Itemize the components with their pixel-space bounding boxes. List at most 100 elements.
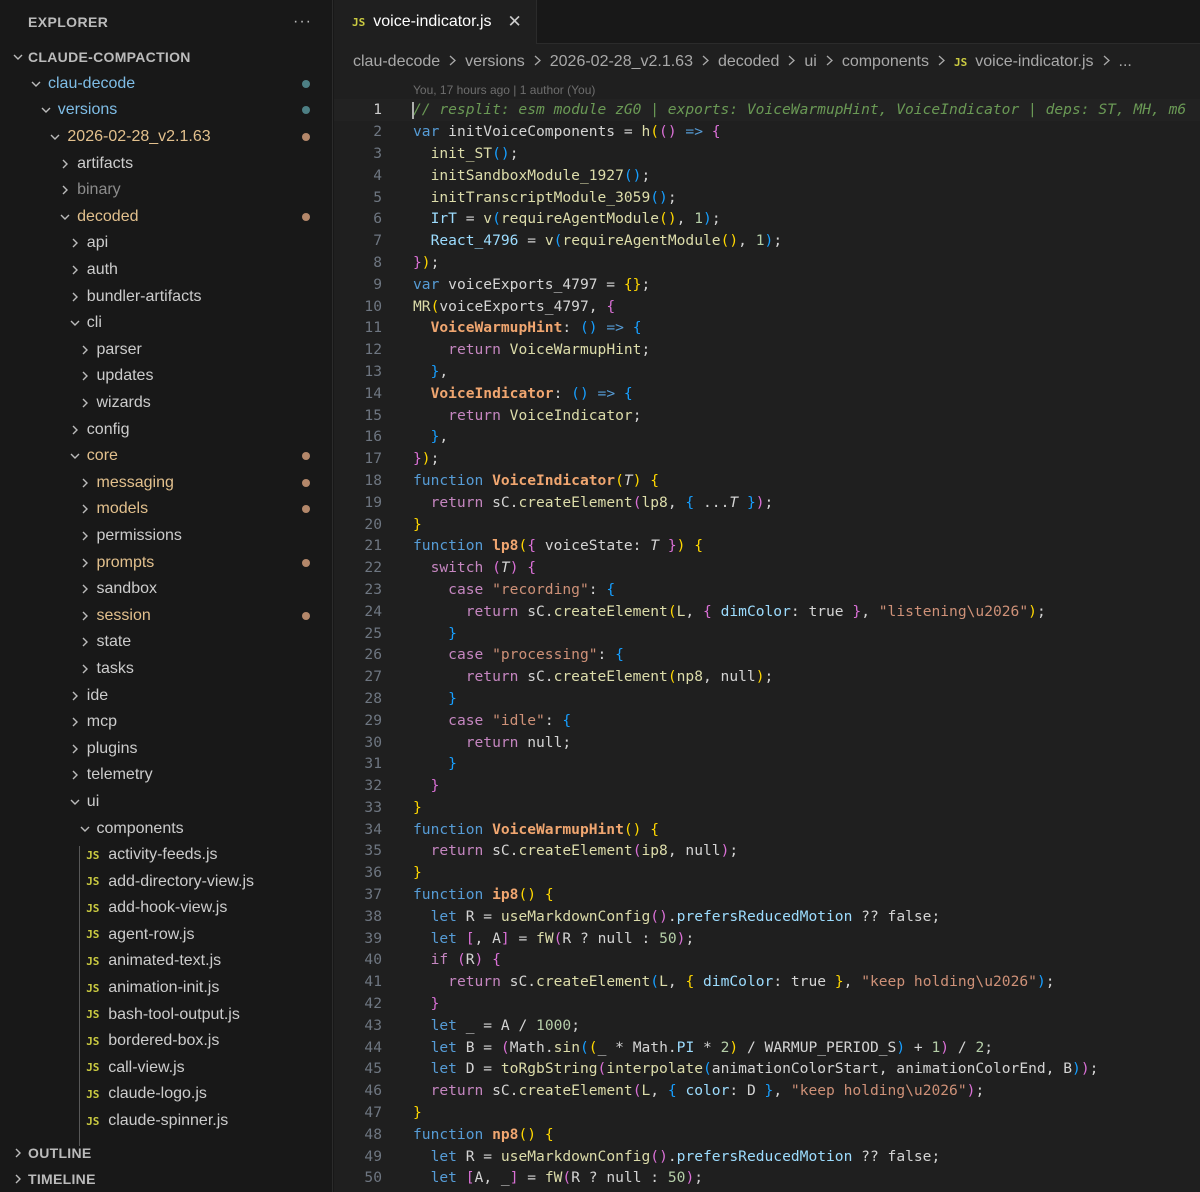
more-actions-icon[interactable]: ··· (293, 13, 312, 31)
folder-item[interactable]: parser (0, 337, 332, 364)
code-line[interactable]: 50 let [A, _] = fW(R ? null : 50); (334, 1167, 1200, 1189)
code-line[interactable]: 39 let [, A] = fW(R ? null : 50); (334, 927, 1200, 949)
code-editor[interactable]: 1 // resplit: esm module zG0 | exports: V… (334, 99, 1200, 1189)
code-line[interactable]: 1 // resplit: esm module zG0 | exports: V… (334, 99, 1200, 121)
folder-item[interactable]: decoded (0, 204, 332, 231)
folder-item[interactable]: mcp (0, 709, 332, 736)
code-line[interactable]: 38 let R = useMarkdownConfig().prefersRe… (334, 905, 1200, 927)
code-line[interactable]: 10 MR(voiceExports_4797, { (334, 295, 1200, 317)
folder-item[interactable]: tasks (0, 656, 332, 683)
file-item[interactable]: JS bordered-box.js (0, 1028, 332, 1055)
folder-item[interactable]: wizards (0, 390, 332, 417)
code-line[interactable]: 27 return sC.createElement(np8, null); (334, 666, 1200, 688)
file-item[interactable]: JS call-view.js (0, 1055, 332, 1082)
folder-item[interactable]: cli (0, 310, 332, 337)
code-line[interactable]: 32 } (334, 775, 1200, 797)
code-line[interactable]: 8}); (334, 252, 1200, 274)
code-line[interactable]: 48 function np8() { (334, 1123, 1200, 1145)
code-line[interactable]: 20} (334, 513, 1200, 535)
file-item[interactable]: JS claude-spinner.js (0, 1108, 332, 1135)
tab-voice-indicator[interactable]: JS voice-indicator.js ✕ (334, 0, 537, 44)
code-line[interactable]: 24 return sC.createElement(L, { dimColor… (334, 600, 1200, 622)
code-line[interactable]: 43 let _ = A / 1000; (334, 1014, 1200, 1036)
code-line[interactable]: 34 function VoiceWarmupHint() { (334, 818, 1200, 840)
file-item[interactable]: JS agent-row.js (0, 922, 332, 949)
code-line[interactable]: 40 if (R) { (334, 949, 1200, 971)
folder-item[interactable]: ide (0, 682, 332, 709)
code-line[interactable]: 41 return sC.createElement(L, { dimColor… (334, 971, 1200, 993)
folder-item[interactable]: updates (0, 363, 332, 390)
folder-item[interactable]: 2026-02-28_v2.1.63 (0, 124, 332, 151)
folder-item[interactable]: messaging (0, 470, 332, 497)
breadcrumb-item[interactable]: ui (804, 53, 816, 71)
folder-item[interactable]: auth (0, 257, 332, 284)
breadcrumb-item[interactable]: versions (465, 53, 525, 71)
folder-item[interactable]: session (0, 602, 332, 629)
file-item[interactable]: JS animated-text.js (0, 948, 332, 975)
code-line[interactable]: 44 let B = (Math.sin((_ * Math.PI * 2) /… (334, 1036, 1200, 1058)
code-line[interactable]: 17}); (334, 448, 1200, 470)
file-item[interactable]: JS add-hook-view.js (0, 895, 332, 922)
folder-item[interactable]: core (0, 443, 332, 470)
folder-item[interactable]: telemetry (0, 762, 332, 789)
code-line[interactable]: 36} (334, 862, 1200, 884)
breadcrumb-item[interactable]: decoded (718, 53, 779, 71)
code-line[interactable]: 16 }, (334, 426, 1200, 448)
code-line[interactable]: 7 React_4796 = v(requireAgentModule(), 1… (334, 230, 1200, 252)
code-line[interactable]: 47} (334, 1102, 1200, 1124)
folder-item[interactable]: components (0, 815, 332, 842)
breadcrumb-item[interactable]: 2026-02-28_v2.1.63 (550, 53, 693, 71)
folder-item[interactable]: ui (0, 789, 332, 816)
code-line[interactable]: 28 } (334, 688, 1200, 710)
code-line[interactable]: 12 return VoiceWarmupHint; (334, 339, 1200, 361)
file-item[interactable]: JS claude-logo.js (0, 1081, 332, 1108)
code-line[interactable]: 26 case "processing": { (334, 644, 1200, 666)
code-line[interactable]: 15 return VoiceIndicator; (334, 404, 1200, 426)
code-line[interactable]: 2 var initVoiceComponents = h(() => { (334, 121, 1200, 143)
folder-item[interactable]: versions (0, 97, 332, 124)
code-line[interactable]: 13 }, (334, 361, 1200, 383)
breadcrumb-file[interactable]: voice-indicator.js (975, 53, 1093, 71)
code-line[interactable]: 19 return sC.createElement(lp8, { ...T }… (334, 491, 1200, 513)
file-item[interactable]: JS bash-tool-output.js (0, 1001, 332, 1028)
code-line[interactable]: 35 return sC.createElement(ip8, null); (334, 840, 1200, 862)
folder-item[interactable]: clau-decode (0, 71, 332, 98)
code-line[interactable]: 5 initTranscriptModule_3059(); (334, 186, 1200, 208)
folder-item[interactable]: sandbox (0, 576, 332, 603)
folder-item[interactable]: models (0, 496, 332, 523)
code-line[interactable]: 25 } (334, 622, 1200, 644)
code-line[interactable]: 37 function ip8() { (334, 884, 1200, 906)
code-line[interactable]: 30 return null; (334, 731, 1200, 753)
folder-item[interactable]: prompts (0, 549, 332, 576)
code-line[interactable]: 3 init_ST(); (334, 143, 1200, 165)
folder-item[interactable]: artifacts (0, 150, 332, 177)
folder-item[interactable]: config (0, 416, 332, 443)
folder-item[interactable]: binary (0, 177, 332, 204)
breadcrumb-more[interactable]: ... (1119, 53, 1132, 71)
code-line[interactable]: 29 case "idle": { (334, 709, 1200, 731)
file-item[interactable]: JS animation-init.js (0, 975, 332, 1002)
code-line[interactable]: 23 case "recording": { (334, 579, 1200, 601)
breadcrumb-item[interactable]: components (842, 53, 929, 71)
code-line[interactable]: 11 VoiceWarmupHint: () => { (334, 317, 1200, 339)
folder-item[interactable]: permissions (0, 523, 332, 550)
code-line[interactable]: 22 switch (T) { (334, 557, 1200, 579)
folder-item[interactable]: api (0, 230, 332, 257)
code-line[interactable]: 4 initSandboxModule_1927(); (334, 164, 1200, 186)
workspace-section[interactable]: CLAUDE-COMPACTION (0, 44, 332, 71)
code-line[interactable]: 6 IrT = v(requireAgentModule(), 1); (334, 208, 1200, 230)
code-line[interactable]: 21 function lp8({ voiceState: T }) { (334, 535, 1200, 557)
code-line[interactable]: 9 var voiceExports_4797 = {}; (334, 273, 1200, 295)
file-item[interactable]: JS activity-feeds.js (0, 842, 332, 869)
folder-item[interactable]: plugins (0, 735, 332, 762)
code-line[interactable]: 14 VoiceIndicator: () => { (334, 382, 1200, 404)
folder-item[interactable]: state (0, 629, 332, 656)
file-item[interactable]: JS add-directory-view.js (0, 868, 332, 895)
code-line[interactable]: 18 function VoiceIndicator(T) { (334, 470, 1200, 492)
breadcrumb-item[interactable]: clau-decode (353, 53, 440, 71)
timeline-section[interactable]: TIMELINE (0, 1166, 332, 1192)
code-line[interactable]: 33} (334, 797, 1200, 819)
code-line[interactable]: 42 } (334, 993, 1200, 1015)
code-line[interactable]: 31 } (334, 753, 1200, 775)
code-line[interactable]: 46 return sC.createElement(L, { color: D… (334, 1080, 1200, 1102)
